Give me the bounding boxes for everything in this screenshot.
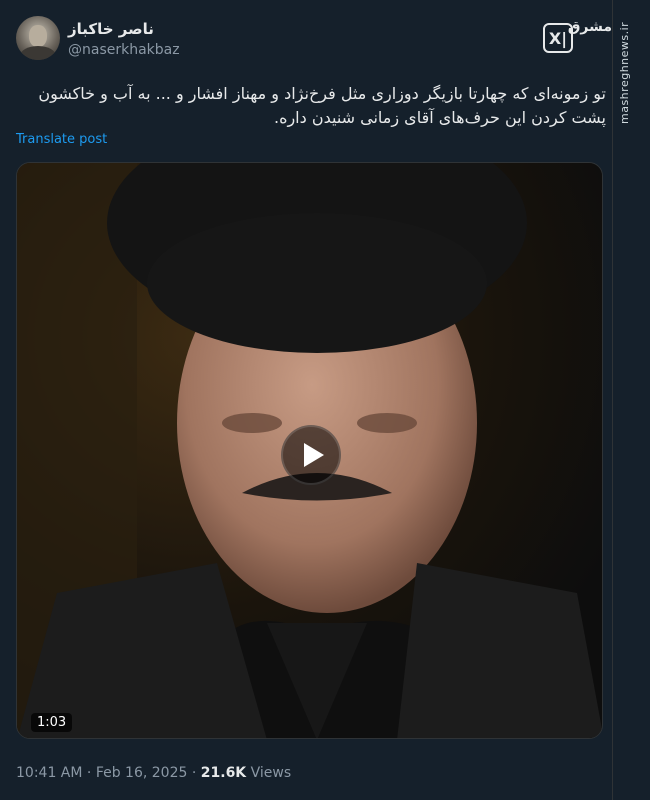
views-label: Views bbox=[250, 765, 292, 781]
translate-post-link[interactable]: Translate post bbox=[16, 132, 107, 147]
author-name[interactable]: ناصر خاکباز bbox=[68, 20, 154, 38]
divider bbox=[612, 0, 613, 800]
views-count: 21.6K bbox=[200, 765, 247, 781]
video-player[interactable]: 1:03 bbox=[16, 162, 603, 739]
post-date[interactable]: Feb 16, 2025 bbox=[96, 765, 188, 781]
post-time[interactable]: 10:41 AM bbox=[16, 765, 82, 781]
avatar[interactable] bbox=[16, 16, 60, 60]
play-icon bbox=[304, 443, 324, 467]
site-logo: مشرق bbox=[567, 19, 612, 35]
author-handle[interactable]: @naserkhakbaz bbox=[68, 42, 180, 58]
video-duration: 1:03 bbox=[31, 713, 73, 732]
meta-separator: · bbox=[86, 765, 92, 781]
post-meta: 10:41 AM · Feb 16, 2025 · 21.6K Views bbox=[16, 765, 291, 781]
play-button[interactable] bbox=[281, 425, 341, 485]
post-header: ناصر خاکباز @naserkhakbaz X| مشرق bbox=[16, 16, 612, 66]
avatar-shoulders bbox=[20, 46, 56, 60]
site-watermark: mashreghnews.ir bbox=[618, 21, 631, 124]
avatar-face bbox=[29, 25, 47, 47]
post-text: تو زمونه‌ای که چهارتا بازیگر دوزاری مثل … bbox=[38, 84, 606, 127]
meta-separator: · bbox=[191, 765, 197, 781]
